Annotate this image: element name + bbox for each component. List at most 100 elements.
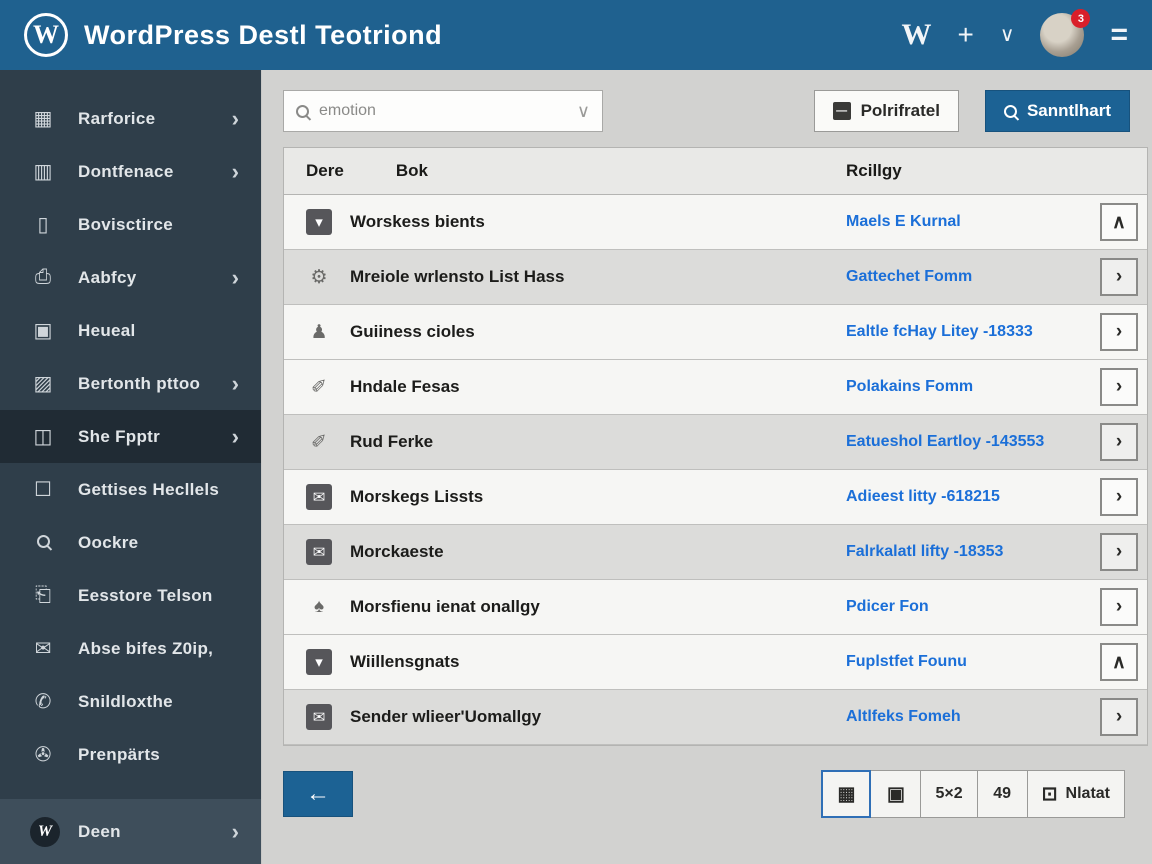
expand-button[interactable]: › <box>1100 698 1138 736</box>
sidebar-item-aabfcy[interactable]: ⎙ Aabfcy › <box>0 251 261 304</box>
mail-icon: ✉ <box>306 539 332 565</box>
sidebar-item-label: Abse bifes Z0ip, <box>78 638 214 658</box>
hamburger-menu-icon[interactable]: = <box>1110 20 1128 50</box>
table-row[interactable]: ✐ Hndale Fesas Polakains Fomm › <box>284 360 1147 415</box>
sidebar-item-prenp-rts[interactable]: ✇ Prenpärts <box>0 728 261 781</box>
cart-icon: ▥ <box>33 161 53 183</box>
pager-list-view-button[interactable]: ▣ <box>871 770 922 818</box>
expand-button[interactable]: › <box>1100 258 1138 296</box>
row-link[interactable]: Adieest litty -618215 <box>846 488 1000 506</box>
search-button[interactable]: Sanntlhart <box>984 90 1130 132</box>
expand-button[interactable]: › <box>1100 368 1138 406</box>
sidebar-item-label: Deen <box>78 821 121 841</box>
pager-page-49-button[interactable]: 49 <box>977 770 1028 818</box>
row-name: Morckaeste <box>350 542 444 561</box>
sidebar-item-dontfenace[interactable]: ▥ Dontfenace › <box>0 145 261 198</box>
sidebar-item-bertonth-pttoo[interactable]: ▨ Bertonth pttoo › <box>0 357 261 410</box>
table-row[interactable]: ♠ Morsfienu ienat onallgy Pdicer Fon › <box>284 580 1147 635</box>
table-row[interactable]: ✉ Sender wlieer'Uomallgy Altlfeks Fomeh › <box>284 690 1147 745</box>
table-row[interactable]: ▾ Worskess bients Maels E Kurnal ∧ <box>284 195 1147 250</box>
table-row[interactable]: ⚙ Mreiole wrlensto List Hass Gattechet Fom… <box>284 250 1147 305</box>
list-view-icon: ▣ <box>887 783 905 805</box>
plugin-icon: ◫ <box>33 426 53 448</box>
row-link[interactable]: Maels E Kurnal <box>846 213 961 231</box>
sidebar-item-deen[interactable]: W Deen › <box>0 805 261 858</box>
comment-icon: ▣ <box>33 320 53 342</box>
chevron-right-icon: › <box>231 158 239 184</box>
table-row[interactable]: ♟ Guiiness cioles Ealtle fcHay Litey -1833… <box>284 305 1147 360</box>
row-link[interactable]: Falrkalatl lifty -18353 <box>846 543 1003 561</box>
pager-archive-button[interactable]: ⊡ Nlatat <box>1027 770 1125 818</box>
search-value: emotion <box>319 102 376 119</box>
row-name: Sender wlieer'Uomallgy <box>350 707 542 726</box>
expand-button[interactable]: › <box>1100 313 1138 351</box>
pager-grid-view-button[interactable]: ▦ <box>821 770 872 818</box>
table-row[interactable]: ▾ Wiillensgnats Fuplstfet Founu ∧ <box>284 635 1147 690</box>
w-circle-icon: W <box>30 816 78 847</box>
table-row[interactable]: ✐ Rud Ferke Eatueshol Eartloy -143553 › <box>284 415 1147 470</box>
sidebar-item-she-fpptr[interactable]: ◫ She Fpptr › <box>0 410 261 463</box>
plugin-icon: ⚙ <box>310 266 328 288</box>
sidebar-item-snildloxthe[interactable]: ✆ Snildloxthe <box>0 675 261 728</box>
row-link[interactable]: Gattechet Fomm <box>846 268 972 286</box>
sidebar-item-label: Heueal <box>78 320 136 340</box>
top-bar: W WordPress Destl Teotriond W + ∨ 3 = <box>0 0 1152 70</box>
row-link[interactable]: Fuplstfet Founu <box>846 653 967 671</box>
table-row[interactable]: ✉ Morckaeste Falrkalatl lifty -18353 › <box>284 525 1147 580</box>
back-button[interactable]: ← <box>283 771 353 817</box>
expand-button[interactable]: › <box>1100 533 1138 571</box>
sidebar-item-label: Aabfcy <box>78 267 137 287</box>
mail-icon: ✉ <box>306 484 332 510</box>
collapse-button[interactable]: ∧ <box>1100 203 1138 241</box>
sidebar-item-bovisctirce[interactable]: ▯ Bovisctirce <box>0 198 261 251</box>
page-icon: ☐ <box>34 479 52 501</box>
pager-page-5x2-button[interactable]: 5×2 <box>921 770 978 818</box>
chevron-down-icon[interactable]: ∨ <box>577 101 590 122</box>
wordpress-shortcut-icon[interactable]: W <box>901 20 931 50</box>
sidebar-item-label: Prenpärts <box>78 744 161 764</box>
expand-button[interactable]: › <box>1100 423 1138 461</box>
toolbar: emotion ∨ — Polrifratel Sanntlhart <box>283 90 1148 132</box>
row-link[interactable]: Polakains Fomm <box>846 378 973 396</box>
search-icon <box>30 531 56 554</box>
filter-button[interactable]: — Polrifratel <box>813 90 959 132</box>
collapse-button[interactable]: ∧ <box>1100 643 1138 681</box>
items-table: Dere Bok Rcillgy ▾ Worskess bients Maels E… <box>283 147 1148 746</box>
sidebar: ▦ Rarforice › ▥ Dontfenace › ▯ Bovisctirce ⎙ Aabf… <box>0 70 262 864</box>
row-link[interactable]: Pdicer Fon <box>846 598 929 616</box>
dashboard-grid-icon: ▦ <box>33 108 53 130</box>
row-name: Wiillensgnats <box>350 652 460 671</box>
expand-button[interactable]: › <box>1100 478 1138 516</box>
table-row[interactable]: ✉ Morskegs Lissts Adieest litty -618215 › <box>284 470 1147 525</box>
mail-icon: ✉ <box>34 638 52 660</box>
search-input[interactable]: emotion ∨ <box>283 90 603 132</box>
sidebar-item-eesstore-telson[interactable]: ⎗ Eesstore Telson <box>0 569 261 622</box>
site-title: WordPress Destl Teotriond <box>84 19 443 50</box>
column-header-rcillgy: Rcillgy <box>846 161 902 180</box>
pager-label: 5×2 <box>935 785 963 802</box>
user-avatar[interactable]: 3 <box>1040 9 1091 57</box>
sidebar-item-rarforice[interactable]: ▦ Rarforice › <box>0 92 261 145</box>
sidebar-item-oockre[interactable]: Oockre <box>0 516 261 569</box>
chevron-down-icon[interactable]: ∨ <box>1000 25 1015 45</box>
sidebar-item-abse-bifes-z0ip[interactable]: ✉ Abse bifes Z0ip, <box>0 622 261 675</box>
phone-lock-icon: ✆ <box>34 691 52 713</box>
user-icon: ♟ <box>310 321 328 343</box>
row-link[interactable]: Ealtle fcHay Litey -18333 <box>846 323 1033 341</box>
sidebar-item-label: Gettises Hecllels <box>78 479 220 499</box>
search-button-label: Sanntlhart <box>1026 101 1111 120</box>
filter-button-label: Polrifratel <box>860 101 940 120</box>
sidebar-item-gettises-hecllels[interactable]: ☐ Gettises Hecllels <box>0 463 261 516</box>
expand-button[interactable]: › <box>1100 588 1138 626</box>
power-icon: ✇ <box>34 744 52 766</box>
sidebar-item-heueal[interactable]: ▣ Heueal <box>0 304 261 357</box>
row-name: Mreiole wrlensto List Hass <box>350 267 565 286</box>
row-name: Rud Ferke <box>350 432 434 451</box>
topbar-actions: W + ∨ 3 = <box>901 9 1128 57</box>
new-item-icon[interactable]: + <box>957 21 973 49</box>
notification-badge: 3 <box>1071 9 1091 28</box>
media-icon: ▨ <box>33 373 53 395</box>
download-icon: ▾ <box>306 209 332 235</box>
row-link[interactable]: Altlfeks Fomeh <box>846 708 961 726</box>
row-link[interactable]: Eatueshol Eartloy -143553 <box>846 433 1044 451</box>
